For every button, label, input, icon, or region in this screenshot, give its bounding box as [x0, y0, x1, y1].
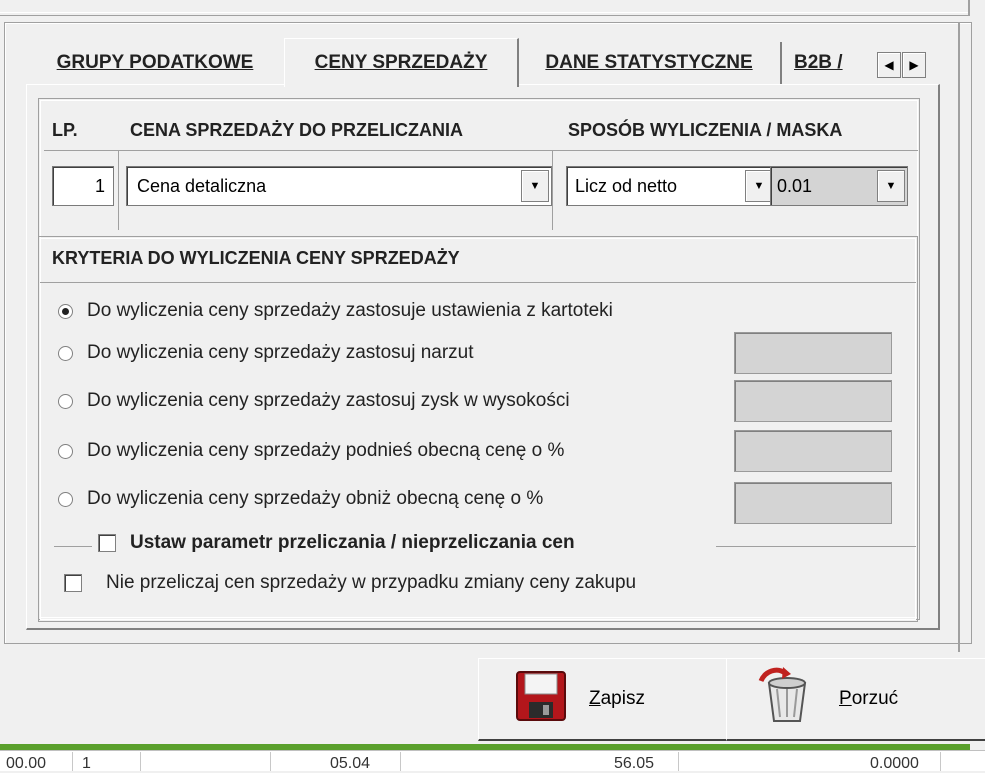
tab-b2b[interactable]: B2B / — [782, 42, 889, 84]
grid-row-partial — [0, 750, 985, 771]
grid-divider — [678, 752, 679, 771]
kryteria-divider — [40, 282, 916, 283]
nie-przeliczaj-checkbox[interactable]: Nie przeliczaj cen sprzedaży w przypadku… — [64, 572, 636, 594]
checkbox-label: Nie przeliczaj cen sprzedaży w przypadku… — [106, 572, 637, 593]
radio-label: Do wyliczenia ceny sprzedaży zastosuj na… — [87, 342, 474, 363]
radio-option-narzut[interactable]: Do wyliczenia ceny sprzedaży zastosuj na… — [58, 338, 474, 368]
sposob-select[interactable]: Licz od netto ▼ — [566, 166, 776, 206]
chevron-down-icon[interactable]: ▼ — [745, 170, 773, 202]
grid-divider — [270, 752, 271, 771]
maska-value: 0.01 — [777, 175, 813, 196]
column-divider — [118, 150, 119, 230]
tab-dane-statystyczne[interactable]: DANE STATYSTYCZNE — [518, 42, 782, 84]
tab-scroll-right-icon[interactable]: ▶ — [902, 52, 926, 78]
header-sposob: SPOSÓB WYLICZENIA / MASKA — [568, 120, 843, 140]
radio-option-kartoteka[interactable]: Do wyliczenia ceny sprzedaży zastosuje u… — [58, 296, 613, 326]
kryteria-title: KRYTERIA DO WYLICZENIA CENY SPRZEDAŻY — [52, 248, 460, 268]
grid-cell: 56.05 — [614, 755, 655, 772]
grid-cell: 00.00 — [6, 755, 47, 772]
lp-field[interactable]: 1 — [52, 166, 114, 206]
header-lp: LP. — [52, 120, 78, 140]
group-line — [716, 546, 916, 547]
radio-label: Do wyliczenia ceny sprzedaży zastosuje u… — [87, 300, 613, 321]
checkbox[interactable] — [64, 574, 82, 592]
save-button[interactable]: Zapisz — [478, 658, 759, 741]
radio-button[interactable] — [58, 491, 73, 507]
group-line — [54, 546, 92, 547]
header-divider — [44, 150, 918, 151]
grid-cell: 1 — [82, 755, 91, 772]
frame-edge — [958, 22, 960, 652]
sposob-value: Licz od netto — [575, 175, 678, 196]
discard-button[interactable]: Porzuć — [726, 658, 985, 741]
radio-button[interactable] — [58, 393, 73, 409]
trash-bin-icon — [755, 667, 817, 731]
cena-select[interactable]: Cena detaliczna ▼ — [126, 166, 552, 206]
radio-button[interactable] — [58, 345, 73, 361]
maska-select[interactable]: 0.01 ▼ — [770, 166, 908, 206]
lp-value: 1 — [94, 175, 105, 196]
radio-option-podnies[interactable]: Do wyliczenia ceny sprzedaży podnieś obe… — [58, 436, 564, 466]
chevron-down-icon[interactable]: ▼ — [877, 170, 905, 202]
ustaw-parametr-checkbox[interactable]: Ustaw parametr przeliczania / nieprzelic… — [98, 532, 575, 554]
chevron-down-icon[interactable]: ▼ — [521, 170, 549, 202]
grid-divider — [72, 752, 73, 771]
grid-cell: 05.04 — [330, 755, 371, 772]
discard-label: Porzuć — [839, 688, 899, 709]
radio-button[interactable] — [58, 303, 73, 319]
radio-option-obniz[interactable]: Do wyliczenia ceny sprzedaży obniż obecn… — [58, 484, 543, 514]
tab-grupy-podatkowe[interactable]: GRUPY PODATKOWE — [30, 42, 280, 84]
header-cena: CENA SPRZEDAŻY DO PRZELICZANIA — [130, 120, 464, 140]
checkbox[interactable] — [98, 534, 116, 552]
tab-scroll-left-icon[interactable]: ◀ — [877, 52, 901, 78]
obniz-field[interactable] — [734, 482, 892, 524]
column-divider — [552, 150, 553, 230]
top-panel — [0, 0, 970, 16]
grid-cell: 0.0000 — [870, 755, 919, 772]
tab-ceny-sprzedazy[interactable]: CENY SPRZEDAŻY — [284, 38, 519, 87]
radio-label: Do wyliczenia ceny sprzedaży obniż obecn… — [87, 488, 544, 509]
save-label: Zapisz — [589, 688, 645, 709]
zysk-field[interactable] — [734, 380, 892, 422]
grid-divider — [400, 752, 401, 771]
grid-divider — [140, 752, 141, 771]
radio-button[interactable] — [58, 443, 73, 459]
grid-divider — [940, 752, 941, 771]
radio-label: Do wyliczenia ceny sprzedaży podnieś obe… — [87, 440, 565, 461]
cena-value: Cena detaliczna — [137, 175, 267, 196]
radio-label: Do wyliczenia ceny sprzedaży zastosuj zy… — [87, 390, 570, 411]
checkbox-label: Ustaw parametr przeliczania / nieprzelic… — [130, 532, 575, 553]
floppy-disk-icon — [515, 670, 567, 728]
radio-option-zysk[interactable]: Do wyliczenia ceny sprzedaży zastosuj zy… — [58, 386, 570, 416]
podnies-field[interactable] — [734, 430, 892, 472]
narzut-field[interactable] — [734, 332, 892, 374]
